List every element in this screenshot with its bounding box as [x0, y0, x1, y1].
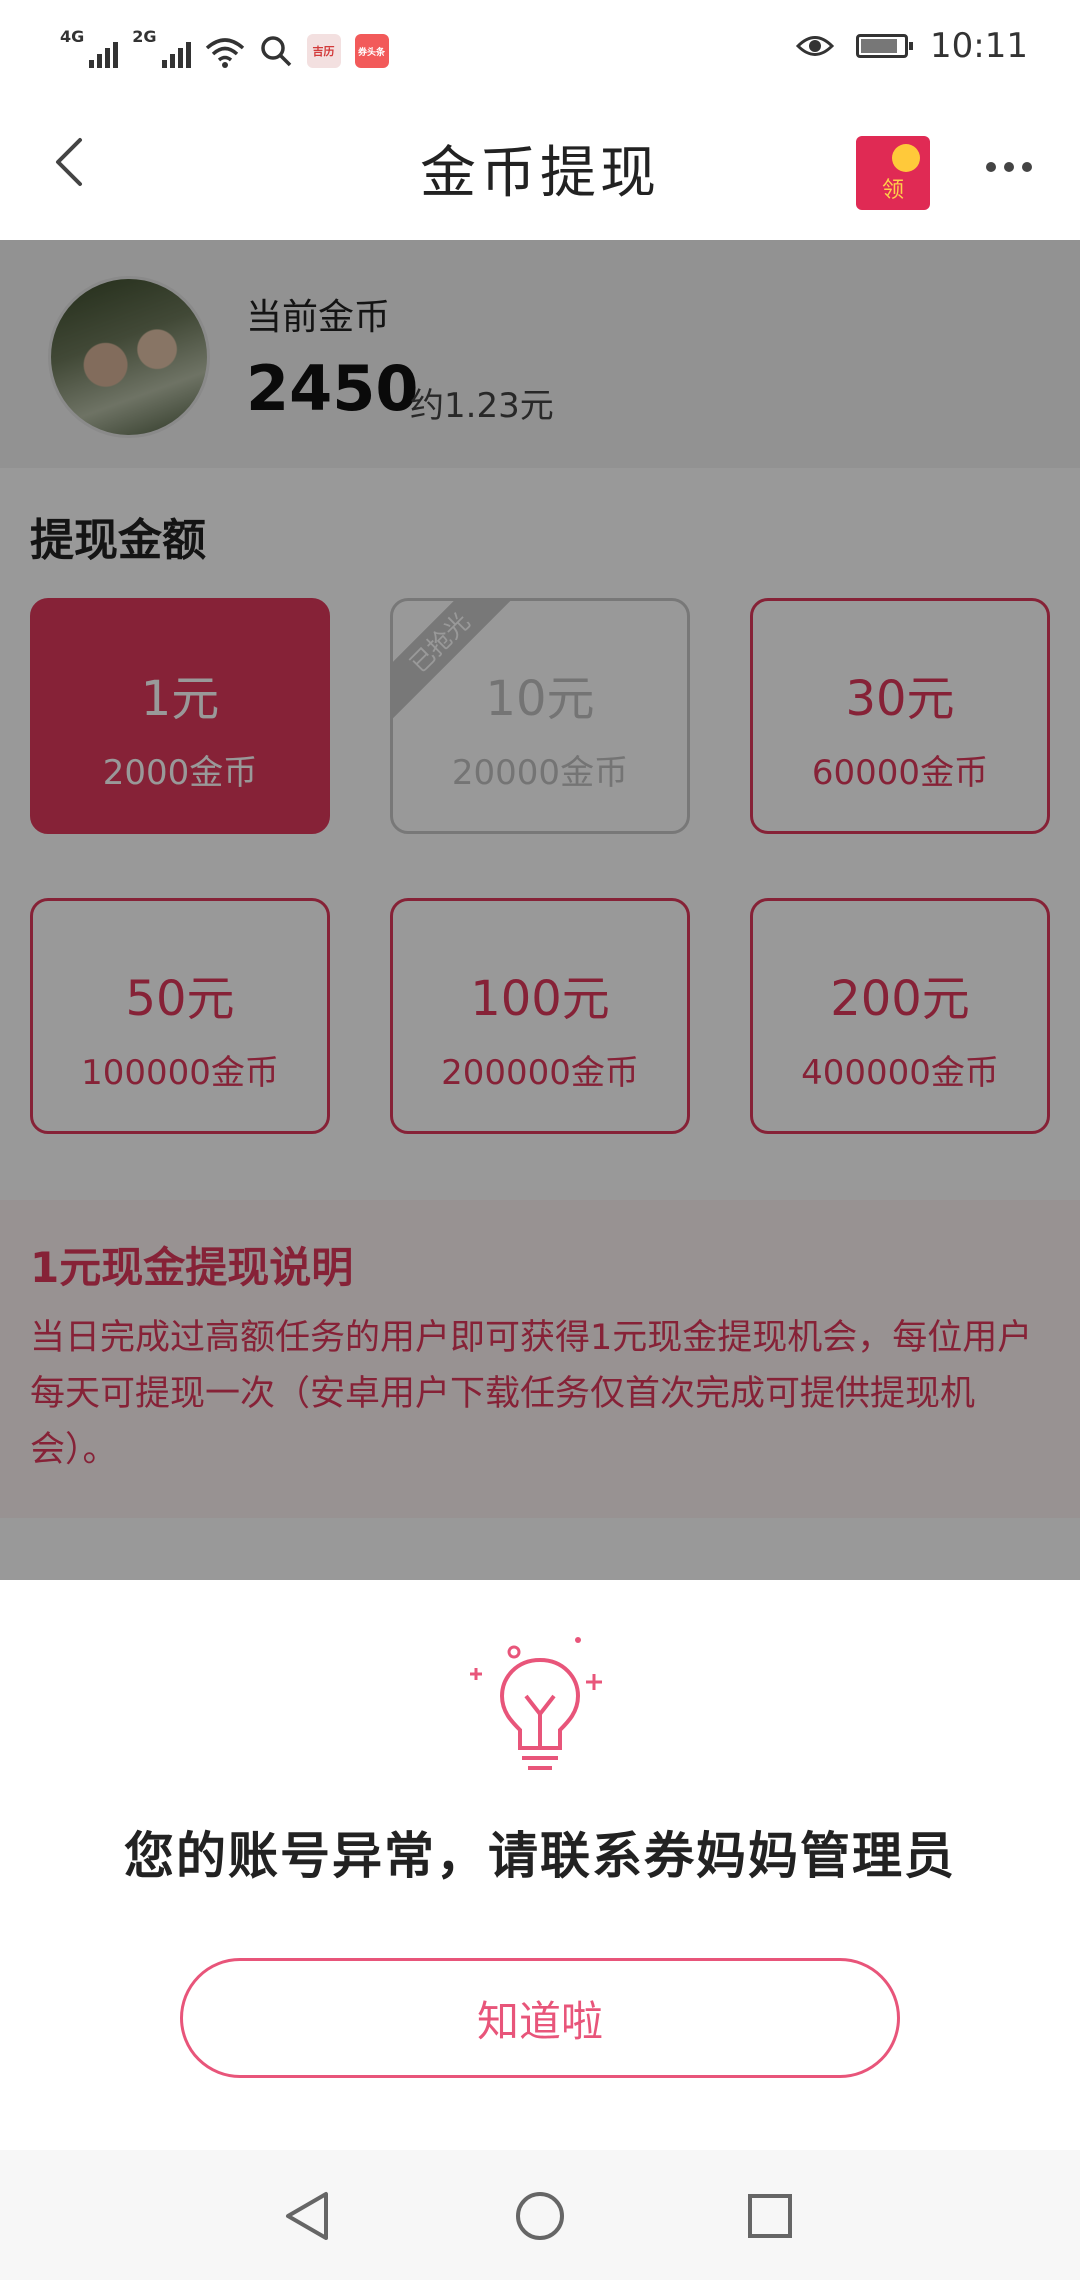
modal-backdrop[interactable]: [0, 240, 1080, 1580]
more-options-icon[interactable]: [986, 152, 1036, 182]
coin-icon: [892, 144, 920, 172]
system-nav-bar: [0, 2150, 1080, 2280]
cell-signal-icon-1: 4G: [60, 27, 119, 68]
app-header: 金币提现 领: [0, 92, 1080, 240]
status-bar-right: 10:11: [796, 22, 1028, 70]
status-bar: 4G 2G 吉历 券头条 10:11: [0, 0, 1080, 92]
got-it-button[interactable]: 知道啦: [180, 1958, 900, 2078]
cell-signal-icon-2: 2G: [132, 27, 191, 68]
lightbulb-icon: [470, 1637, 602, 1770]
nav-back-icon[interactable]: [276, 2184, 340, 2248]
battery-icon: [856, 34, 914, 58]
status-time: 10:11: [930, 26, 1028, 66]
nav-recents-icon[interactable]: [738, 2184, 802, 2248]
alert-dialog: 您的账号异常，请联系券妈妈管理员 知道啦: [0, 1580, 1080, 2150]
status-bar-left: 4G 2G 吉历 券头条: [60, 24, 389, 68]
network-type-2: 2G: [132, 27, 157, 46]
network-type-1: 4G: [60, 27, 85, 46]
app-badge-calendar: 吉历: [306, 34, 341, 68]
eye-comfort-icon: [796, 36, 835, 56]
search-icon: [260, 36, 291, 67]
nav-home-icon[interactable]: [508, 2184, 572, 2248]
app-root: 4G 2G 吉历 券头条 10:11 金币提现 领 当前金币 2450 约1.2…: [0, 0, 1080, 2280]
red-packet-label: 领: [881, 178, 904, 203]
app-badge-news: 券头条: [354, 34, 389, 68]
wifi-icon: [205, 38, 244, 68]
red-packet-button[interactable]: 领: [856, 136, 930, 210]
dialog-message: 您的账号异常，请联系券妈妈管理员: [124, 1827, 956, 1885]
